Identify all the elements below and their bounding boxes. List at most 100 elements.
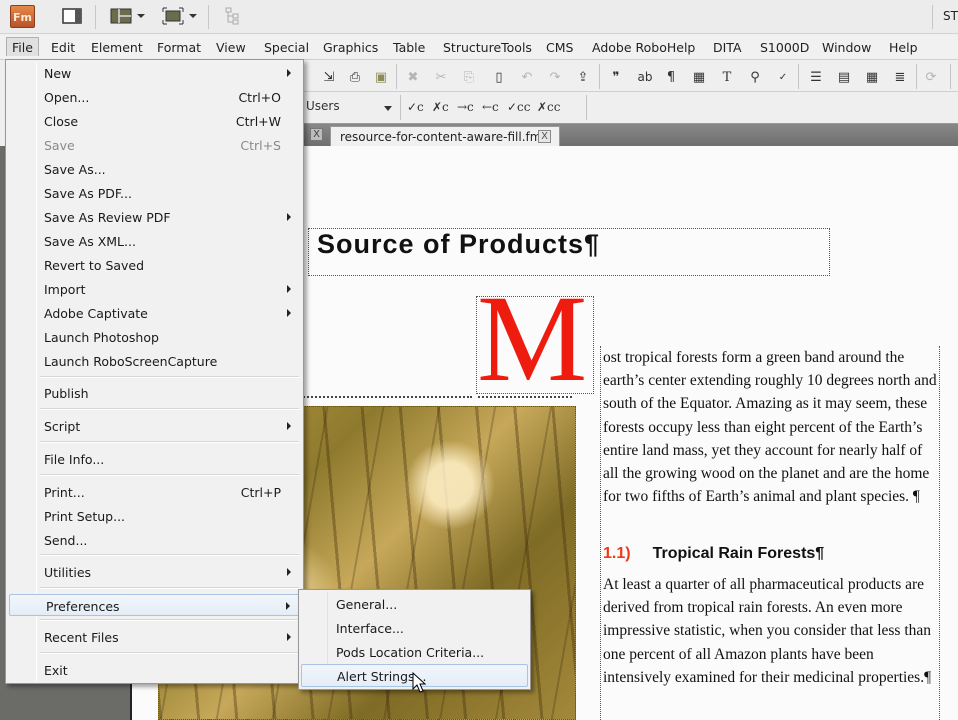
- toolbar-separator: [586, 95, 587, 120]
- body-paragraph-2[interactable]: At least a quarter of all pharmaceutical…: [603, 573, 939, 689]
- print-icon[interactable]: ⎙: [346, 68, 364, 86]
- text-frame-icon[interactable]: ▤: [835, 68, 853, 86]
- export-icon[interactable]: ⇪: [574, 68, 592, 86]
- chevron-down-icon: [384, 106, 392, 111]
- table-icon[interactable]: ▦: [863, 68, 881, 86]
- import-file-icon[interactable]: ⇲: [320, 68, 338, 86]
- menu-item-label: Utilities: [44, 565, 92, 580]
- accept-change-icon[interactable]: ✓c: [407, 100, 424, 114]
- smart-quotes-icon[interactable]: ❞: [607, 68, 625, 86]
- menu-item-launch-roboscreencapture[interactable]: Launch RoboScreenCapture: [8, 350, 301, 372]
- layout-dropdown-arrow[interactable]: [137, 14, 145, 18]
- menu-item-adobe-captivate[interactable]: Adobe Captivate: [8, 302, 301, 324]
- menu-element[interactable]: Element: [86, 39, 148, 56]
- align-center-icon[interactable]: ☰: [807, 68, 825, 86]
- body-text-frame[interactable]: ost tropical forests form a green band a…: [600, 346, 940, 720]
- font-icon[interactable]: T: [718, 68, 736, 86]
- menu-item-pods-location-criteria[interactable]: Pods Location Criteria...: [301, 641, 528, 664]
- menu-item-save-as[interactable]: Save As...: [8, 158, 301, 180]
- menu-table[interactable]: Table: [388, 39, 430, 56]
- delete-icon[interactable]: ✖: [404, 68, 422, 86]
- accept-all-changes-icon[interactable]: ✓cc: [507, 100, 531, 114]
- users-select[interactable]: Users: [304, 97, 396, 118]
- menu-item-label: Save: [44, 138, 75, 153]
- grid-snap-icon[interactable]: ▦: [690, 68, 708, 86]
- document-title[interactable]: Source of Products¶: [317, 229, 600, 260]
- menu-item-print[interactable]: Print... Ctrl+P: [8, 481, 301, 503]
- submenu-arrow-icon: [287, 213, 291, 221]
- menu-special[interactable]: Special: [259, 39, 314, 56]
- lock-icon[interactable]: ▣: [372, 68, 390, 86]
- close-icon[interactable]: X: [310, 128, 323, 141]
- menu-structuretools[interactable]: StructureTools: [438, 39, 537, 56]
- show-pilcrow-icon[interactable]: ¶: [662, 68, 680, 86]
- spell-ab-icon[interactable]: ab: [636, 68, 654, 86]
- menu-separator: [40, 441, 299, 443]
- menu-adobe-robohelp[interactable]: Adobe RoboHelp: [587, 39, 700, 56]
- structure-view-icon[interactable]: [224, 7, 242, 25]
- reject-change-icon[interactable]: ✗c: [432, 100, 449, 114]
- menu-item-script[interactable]: Script: [8, 415, 301, 437]
- menu-s1000d[interactable]: S1000D: [755, 39, 814, 56]
- menu-item-new[interactable]: New: [8, 62, 301, 84]
- menu-file[interactable]: File: [6, 37, 39, 56]
- submenu-arrow-icon: [286, 602, 290, 610]
- refresh-icon[interactable]: ⟳: [922, 68, 940, 86]
- menu-item-close[interactable]: Close Ctrl+W: [8, 110, 301, 132]
- menu-item-save-as-pdf[interactable]: Save As PDF...: [8, 182, 301, 204]
- panel-toggle-icon[interactable]: [62, 7, 82, 25]
- submenu-arrow-icon: [287, 69, 291, 77]
- menu-help[interactable]: Help: [884, 39, 923, 56]
- menu-item-file-info[interactable]: File Info...: [8, 448, 301, 470]
- next-change-icon[interactable]: →c: [457, 100, 474, 114]
- menu-item-import[interactable]: Import: [8, 278, 301, 300]
- close-icon[interactable]: X: [538, 130, 551, 143]
- find-icon[interactable]: ⚲: [746, 68, 764, 86]
- paragraph-spacing-icon[interactable]: ≣: [891, 68, 909, 86]
- menu-format[interactable]: Format: [152, 39, 206, 56]
- menu-item-recent-files[interactable]: Recent Files: [8, 626, 301, 648]
- menu-graphics[interactable]: Graphics: [318, 39, 383, 56]
- menu-item-save-as-xml[interactable]: Save As XML...: [8, 230, 301, 252]
- menu-item-launch-photoshop[interactable]: Launch Photoshop: [8, 326, 301, 348]
- menu-item-label: Launch Photoshop: [44, 330, 159, 345]
- menu-item-revert-to-saved[interactable]: Revert to Saved: [8, 254, 301, 276]
- menu-window[interactable]: Window: [817, 39, 876, 56]
- title-text-frame[interactable]: Source of Products¶: [308, 228, 830, 276]
- screen-mode-icon[interactable]: [162, 7, 184, 25]
- copy-icon[interactable]: ⎘: [460, 68, 478, 86]
- menu-cms[interactable]: CMS: [541, 39, 578, 56]
- menu-item-save-as-review-pdf[interactable]: Save As Review PDF: [8, 206, 301, 228]
- screen-mode-dropdown-arrow[interactable]: [189, 14, 197, 18]
- redo-icon[interactable]: ↷: [546, 68, 564, 86]
- layout-grid-icon[interactable]: [110, 7, 132, 25]
- tab-resource-for-content-aware-fill[interactable]: resource-for-content-aware-fill.fm X: [330, 126, 560, 146]
- menu-item-utilities[interactable]: Utilities: [8, 561, 301, 583]
- menu-item-send[interactable]: Send...: [8, 529, 301, 551]
- menu-item-general[interactable]: General...: [301, 593, 528, 616]
- menu-item-publish[interactable]: Publish: [8, 382, 301, 404]
- menu-item-preferences[interactable]: Preferences: [9, 594, 301, 616]
- menu-edit[interactable]: Edit: [46, 39, 80, 56]
- heading-text: Tropical Rain Forests¶: [652, 545, 825, 562]
- body-paragraph-1[interactable]: ost tropical forests form a green band a…: [603, 346, 939, 508]
- toolbar-separator: [400, 95, 401, 120]
- users-select-value: Users: [306, 99, 340, 113]
- menu-item-open[interactable]: Open... Ctrl+O: [8, 86, 301, 108]
- menu-item-interface[interactable]: Interface...: [301, 617, 528, 640]
- cut-icon[interactable]: ✂: [432, 68, 450, 86]
- menu-view[interactable]: View: [211, 39, 251, 56]
- reject-all-changes-icon[interactable]: ✗cc: [537, 100, 561, 114]
- menu-item-label: Preferences: [46, 599, 120, 614]
- track-changes-toolbar: Users ✓c ✗c →c ←c ✓cc ✗cc: [300, 92, 958, 124]
- menu-dita[interactable]: DITA: [708, 39, 747, 56]
- paste-icon[interactable]: ▯: [490, 68, 508, 86]
- menu-item-print-setup[interactable]: Print Setup...: [8, 505, 301, 527]
- dropcap-frame[interactable]: M: [476, 296, 594, 394]
- prev-change-icon[interactable]: ←c: [482, 100, 499, 114]
- section-heading[interactable]: 1.1) Tropical Rain Forests¶: [603, 545, 824, 563]
- workspace-label[interactable]: ST: [943, 9, 958, 23]
- spellcheck-icon[interactable]: ✓: [774, 68, 792, 86]
- menu-item-exit[interactable]: Exit: [8, 659, 301, 681]
- undo-icon[interactable]: ↶: [518, 68, 536, 86]
